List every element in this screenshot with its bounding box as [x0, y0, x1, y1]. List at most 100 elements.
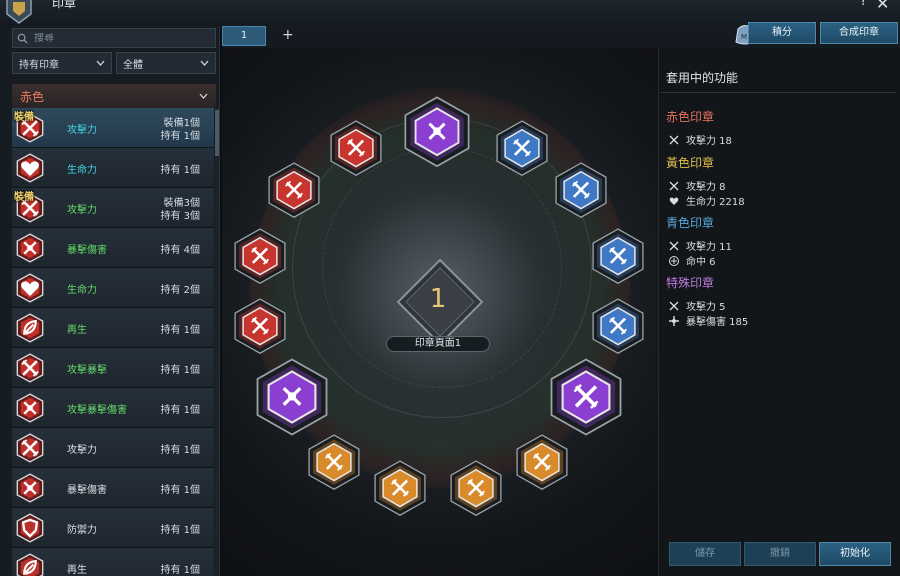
- chevron-down-icon: [200, 60, 209, 66]
- seal-slot-purple[interactable]: [256, 358, 328, 436]
- synthesize-seal-button[interactable]: 合成印章: [820, 22, 898, 44]
- seal-list-item[interactable]: 裝備 攻擊力 裝備3個 持有 3個: [12, 188, 214, 228]
- seal-slot-blue[interactable]: [592, 228, 644, 284]
- applied-stat-text: 攻擊力 5: [686, 302, 726, 313]
- seal-list-item[interactable]: 防禦力 持有 1個: [12, 508, 214, 548]
- divider: [660, 92, 896, 93]
- shield-seal-icon: [16, 513, 44, 543]
- applied-effects-title: 套用中的功能: [666, 71, 739, 85]
- seal-item-count: 持有 1個: [160, 445, 200, 456]
- points-button[interactable]: 積分: [748, 22, 816, 44]
- seal-item-name: 生命力: [67, 285, 97, 296]
- seal-slot-red[interactable]: [234, 228, 286, 284]
- seal-item-name: 攻擊暴擊: [67, 365, 107, 376]
- scrollbar-thumb[interactable]: [215, 110, 219, 156]
- applied-section-title: 赤色印章: [666, 110, 715, 124]
- seal-slot-orange[interactable]: [450, 460, 502, 516]
- tab-page-1[interactable]: 1: [222, 26, 266, 46]
- crit-icon: [669, 315, 679, 326]
- seal-list-item[interactable]: 再生 持有 1個: [12, 308, 214, 348]
- page-name-label[interactable]: 印章頁面1: [386, 336, 490, 352]
- seal-slot-red[interactable]: [268, 162, 320, 218]
- crit-seal-icon: [16, 233, 44, 263]
- sword-icon: [669, 135, 679, 144]
- seal-item-count: 持有 2個: [160, 285, 200, 296]
- seal-list-item[interactable]: 攻擊力 持有 1個: [12, 428, 214, 468]
- seal-item-name: 防禦力: [67, 525, 97, 536]
- owned-filter-dropdown[interactable]: 持有印章: [12, 52, 112, 74]
- heart-seal-icon: [16, 153, 44, 183]
- category-header-red[interactable]: 赤色: [12, 84, 216, 108]
- leaf-seal-icon: [16, 313, 44, 343]
- applied-stat: 攻擊力 8: [668, 178, 726, 193]
- seal-list-item[interactable]: 暴擊傷害 持有 4個: [12, 228, 214, 268]
- search-input[interactable]: [34, 32, 204, 44]
- chevron-down-icon: [96, 60, 105, 66]
- reset-button[interactable]: 初始化: [819, 542, 891, 566]
- seal-item-name: 再生: [67, 565, 87, 576]
- seal-slot-red[interactable]: [330, 120, 382, 176]
- seal-list-item[interactable]: 攻擊暴擊傷害 持有 1個: [12, 388, 214, 428]
- seal-slot-blue[interactable]: [555, 162, 607, 218]
- seal-slot-blue[interactable]: [496, 120, 548, 176]
- seal-emblem-icon: [6, 0, 32, 24]
- applied-section-title: 青色印章: [666, 216, 715, 230]
- applied-stat-text: 攻擊力 18: [686, 136, 732, 147]
- applied-section-title: 黃色印章: [666, 156, 715, 170]
- seal-list-item[interactable]: 再生 持有 1個: [12, 548, 214, 576]
- search-box[interactable]: [12, 28, 216, 48]
- owned-filter-label: 持有印章: [19, 59, 59, 71]
- heart-icon: [669, 196, 679, 205]
- seal-list-item[interactable]: 生命力 持有 2個: [12, 268, 214, 308]
- type-filter-dropdown[interactable]: 全體: [116, 52, 216, 74]
- seal-item-name: 攻擊暴擊傷害: [67, 405, 127, 416]
- seal-slot-orange[interactable]: [308, 434, 360, 490]
- sword-seal-icon: [16, 433, 44, 463]
- seal-list-item[interactable]: 裝備 攻擊力 裝備1個 持有 1個: [12, 108, 214, 148]
- scrollbar-track[interactable]: [215, 108, 219, 576]
- help-button[interactable]: ?: [860, 0, 867, 9]
- sword-icon: [669, 181, 679, 190]
- seal-slot-purple[interactable]: [404, 96, 470, 168]
- seal-item-count: 持有 1個: [160, 565, 200, 576]
- seal-item-name: 生命力: [67, 165, 97, 176]
- equipped-badge: 裝備: [14, 192, 34, 203]
- leaf-seal-icon: [16, 553, 44, 576]
- sword-seal-icon: [16, 353, 44, 383]
- seal-item-count: 持有 1個: [160, 485, 200, 496]
- crit-seal-icon: [16, 393, 44, 423]
- add-page-button[interactable]: +: [282, 27, 294, 43]
- search-icon: [17, 33, 28, 44]
- seal-list-item[interactable]: 攻擊暴擊 持有 1個: [12, 348, 214, 388]
- seal-list-item[interactable]: 暴擊傷害 持有 1個: [12, 468, 214, 508]
- undo-button[interactable]: 撤銷: [744, 542, 816, 566]
- seal-slot-orange[interactable]: [516, 434, 568, 490]
- seal-slot-red[interactable]: [234, 298, 286, 354]
- window-title: 印章: [52, 0, 77, 10]
- seal-item-name: 再生: [67, 325, 87, 336]
- seal-item-count: 持有 1個: [160, 325, 200, 336]
- save-button[interactable]: 儲存: [669, 542, 741, 566]
- seal-slot-orange[interactable]: [374, 460, 426, 516]
- seal-list: 裝備 攻擊力 裝備1個 持有 1個 生命力 持有 1個 裝備 攻擊力 裝備3個 持有 3個 暴擊傷害…: [12, 108, 214, 576]
- type-filter-label: 全體: [123, 59, 143, 71]
- seal-item-count: 持有 3個: [160, 211, 200, 222]
- chevron-down-icon: [199, 93, 208, 99]
- applied-section-title: 特殊印章: [666, 276, 715, 290]
- seal-item-count: 持有 1個: [160, 405, 200, 416]
- applied-stat-text: 生命力 2218: [686, 197, 745, 208]
- applied-stat: 暴擊傷害 185: [668, 313, 748, 328]
- seal-item-name: 暴擊傷害: [67, 485, 107, 496]
- category-label: 赤色: [20, 89, 45, 104]
- seal-item-name: 暴擊傷害: [67, 245, 107, 256]
- seal-item-count: 持有 1個: [160, 365, 200, 376]
- seal-slot-blue[interactable]: [592, 298, 644, 354]
- applied-stat: 攻擊力 11: [668, 238, 732, 253]
- sword-icon: [669, 301, 679, 310]
- close-button[interactable]: ✕: [876, 0, 889, 13]
- seal-list-item[interactable]: 生命力 持有 1個: [12, 148, 214, 188]
- crit-seal-icon: [16, 473, 44, 503]
- seal-item-name: 攻擊力: [67, 205, 97, 216]
- seal-slot-purple[interactable]: [550, 358, 622, 436]
- applied-stat-text: 攻擊力 11: [686, 242, 732, 253]
